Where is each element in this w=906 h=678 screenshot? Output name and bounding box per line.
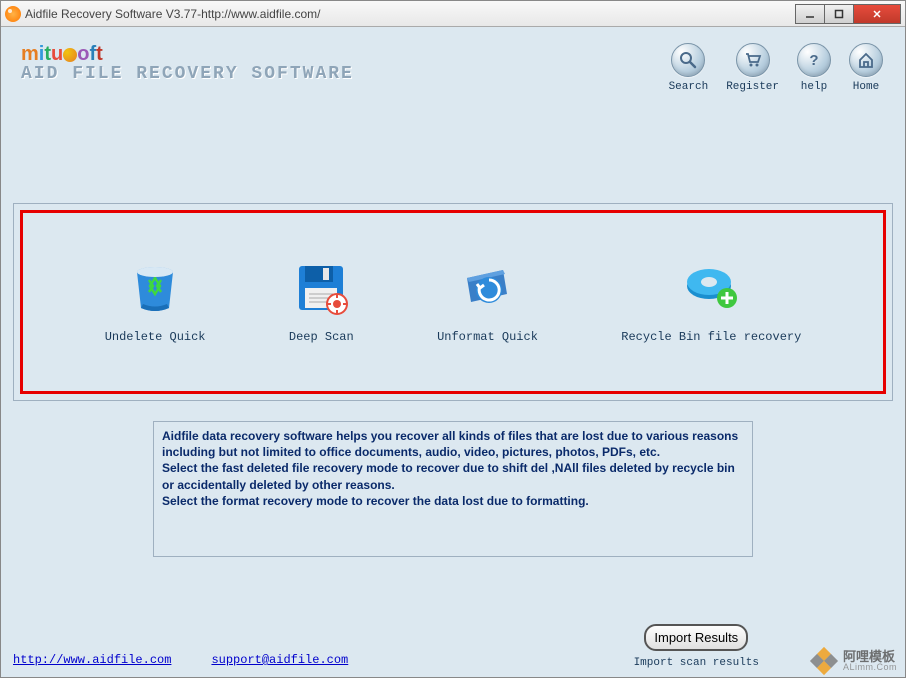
toolbar: Search Register ? help — [669, 41, 883, 93]
brand-subtitle: AID FILE RECOVERY SOFTWARE — [21, 64, 354, 84]
minimize-button[interactable] — [795, 4, 825, 24]
home-button[interactable]: Home — [849, 43, 883, 93]
app-window: Aidfile Recovery Software V3.77-http://w… — [0, 0, 906, 678]
undelete-label: Undelete Quick — [105, 330, 206, 344]
unformat-label: Unformat Quick — [437, 330, 538, 344]
home-label: Home — [853, 81, 879, 93]
undelete-quick-button[interactable]: Undelete Quick — [105, 260, 206, 344]
import-area: Import Results Import scan results — [634, 624, 759, 669]
titlebar[interactable]: Aidfile Recovery Software V3.77-http://w… — [1, 1, 905, 27]
email-link[interactable]: support@aidfile.com — [211, 653, 348, 667]
unformat-quick-button[interactable]: Unformat Quick — [437, 260, 538, 344]
import-results-button[interactable]: Import Results — [644, 624, 748, 651]
website-link[interactable]: http://www.aidfile.com — [13, 653, 171, 667]
help-icon: ? — [797, 43, 831, 77]
recycle-bin-icon — [127, 260, 183, 316]
svg-text:?: ? — [809, 52, 818, 69]
drive-refresh-icon — [459, 260, 515, 316]
app-icon — [5, 6, 21, 22]
info-text: Aidfile data recovery software helps you… — [153, 421, 753, 557]
window-controls — [796, 4, 901, 24]
recycle-recovery-label: Recycle Bin file recovery — [621, 330, 801, 344]
watermark: 阿哩模板 ALimm.Com — [809, 649, 897, 673]
help-button[interactable]: ? help — [797, 43, 831, 93]
cart-icon — [736, 43, 770, 77]
search-button[interactable]: Search — [669, 43, 709, 93]
footer: http://www.aidfile.com support@aidfile.c… — [13, 624, 893, 669]
recycle-recovery-button[interactable]: Recycle Bin file recovery — [621, 260, 801, 344]
search-label: Search — [669, 81, 709, 93]
close-button[interactable] — [853, 4, 901, 24]
maximize-button[interactable] — [824, 4, 854, 24]
search-icon — [671, 43, 705, 77]
header: mituoft AID FILE RECOVERY SOFTWARE Searc… — [13, 37, 893, 93]
home-icon — [849, 43, 883, 77]
actions-highlight: Undelete Quick Deep Scan Unformat Quick — [20, 210, 886, 394]
footer-links: http://www.aidfile.com support@aidfile.c… — [13, 653, 348, 669]
deep-scan-label: Deep Scan — [289, 330, 354, 344]
deep-scan-button[interactable]: Deep Scan — [289, 260, 354, 344]
disc-plus-icon — [683, 260, 739, 316]
floppy-icon — [293, 260, 349, 316]
register-button[interactable]: Register — [726, 43, 779, 93]
content-area: mituoft AID FILE RECOVERY SOFTWARE Searc… — [1, 27, 905, 677]
help-label: help — [801, 81, 827, 93]
watermark-en: ALimm.Com — [843, 663, 897, 672]
main-panel: Undelete Quick Deep Scan Unformat Quick — [13, 203, 893, 401]
logo: mituoft AID FILE RECOVERY SOFTWARE — [21, 41, 354, 84]
import-label: Import scan results — [634, 657, 759, 669]
window-title: Aidfile Recovery Software V3.77-http://w… — [25, 7, 796, 21]
register-label: Register — [726, 81, 779, 93]
watermark-logo-icon — [809, 649, 839, 673]
brand-logo: mituoft — [21, 43, 354, 66]
